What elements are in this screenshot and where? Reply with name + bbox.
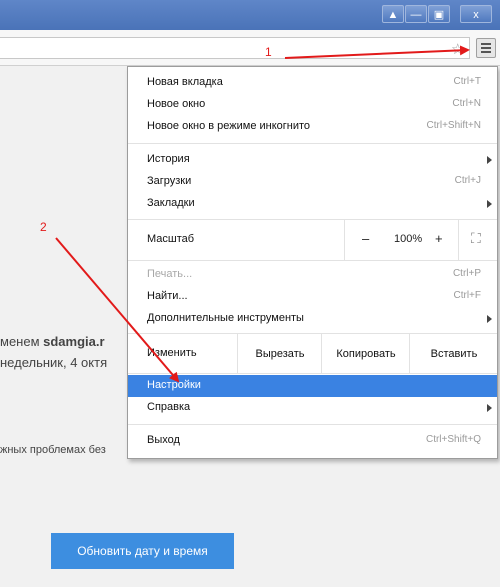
menu-item-downloads[interactable]: Загрузки Ctrl+J [128,171,497,193]
menu-bar-icon [481,47,491,49]
menu-item-label: Масштаб [147,233,195,245]
zoom-level: 100% [394,233,423,245]
cut-button[interactable]: Вырезать [237,334,322,374]
menu-item-find[interactable]: Найти... Ctrl+F [128,286,497,308]
menu-item-history[interactable]: История [128,149,497,171]
close-button[interactable]: x [460,5,492,23]
menu-bar-icon [481,51,491,53]
profile-icon[interactable]: ▲ [382,5,404,23]
submenu-arrow-icon [487,200,492,208]
chrome-dropdown-menu: Новая вкладка Ctrl+T Новое окно Ctrl+N Н… [127,66,498,459]
menu-item-incognito[interactable]: Новое окно в режиме инкогнито Ctrl+Shift… [128,116,497,138]
menu-item-shortcut: Ctrl+Shift+Q [425,434,481,445]
menu-item-new-window[interactable]: Новое окно Ctrl+N [128,94,497,116]
menu-item-bookmarks[interactable]: Закладки [128,193,497,215]
menu-item-new-tab[interactable]: Новая вкладка Ctrl+T [128,72,497,94]
fullscreen-icon: ⛶ [471,230,481,246]
menu-item-exit[interactable]: Выход Ctrl+Shift+Q [128,430,497,452]
menu-item-edit: Изменить Вырезать Копировать Вставить [128,334,497,374]
menu-separator [128,260,497,261]
title-bar: ▲ — ▣ x [0,0,500,30]
menu-item-label: Новая вкладка [147,76,223,88]
menu-item-label: Изменить [147,347,197,359]
menu-item-label: Загрузки [147,175,192,187]
minimize-button[interactable]: — [405,5,427,23]
menu-item-shortcut: Ctrl+P [452,268,481,279]
page-text-line: менем sdamgia.r [0,334,105,349]
menu-separator [128,373,497,374]
menu-separator [128,424,497,425]
menu-item-zoom: Масштаб – 100% + ⛶ [128,220,497,260]
maximize-button[interactable]: ▣ [428,5,450,23]
menu-item-help[interactable]: Справка [128,397,497,419]
address-bar[interactable] [0,37,470,59]
bookmark-star-icon[interactable]: ☆ [451,40,464,58]
zoom-out-button[interactable]: – [344,220,391,260]
submenu-arrow-icon [487,404,492,412]
submenu-arrow-icon [487,156,492,164]
menu-item-shortcut: Ctrl+F [453,290,482,301]
plus-icon: + [435,231,443,246]
page-text-line: недельник, 4 октя [0,355,108,370]
menu-item-label: Дополнительные инструменты [147,312,304,324]
browser-toolbar [0,30,500,66]
chrome-menu-button[interactable] [476,38,496,58]
menu-item-shortcut: Ctrl+J [454,175,481,186]
minus-icon: – [362,231,370,246]
zoom-in-button[interactable]: + [426,220,458,260]
submenu-arrow-icon [487,315,492,323]
menu-item-label: Печать... [147,268,193,280]
menu-bar-icon [481,43,491,45]
menu-item-label: Найти... [147,290,188,302]
annotation-number-1: 1 [265,45,272,59]
menu-item-shortcut: Ctrl+Shift+N [426,120,481,131]
paste-button[interactable]: Вставить [409,334,498,374]
menu-item-shortcut: Ctrl+T [453,76,482,87]
update-datetime-button[interactable]: Обновить дату и время [51,533,234,569]
menu-item-shortcut: Ctrl+N [452,98,481,109]
menu-item-label: Новое окно [147,98,206,110]
menu-item-label: Новое окно в режиме инкогнито [147,120,311,132]
menu-item-print[interactable]: Печать... Ctrl+P [128,264,497,286]
annotation-number-2: 2 [40,220,47,234]
menu-item-label: Справка [147,401,191,413]
menu-item-label: История [147,153,190,165]
menu-separator [128,143,497,144]
menu-item-label: Выход [147,434,180,446]
page-text-line: жных проблемах без [0,444,106,456]
menu-item-label: Закладки [147,197,195,209]
menu-item-more-tools[interactable]: Дополнительные инструменты [128,308,497,330]
menu-item-settings[interactable]: Настройки [128,375,497,397]
fullscreen-button[interactable]: ⛶ [458,220,498,260]
menu-item-label: Настройки [147,379,201,391]
copy-button[interactable]: Копировать [321,334,410,374]
